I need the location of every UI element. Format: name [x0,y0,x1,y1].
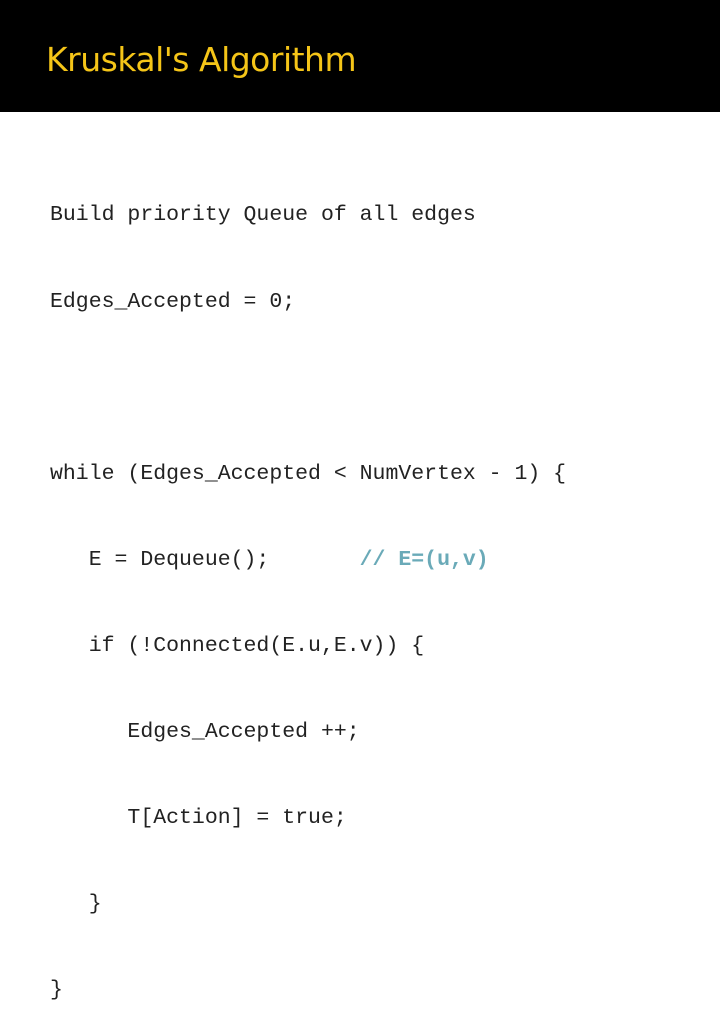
code-line: T[Action] = true; [50,804,566,833]
code-line: Edges_Accepted = 0; [50,288,566,317]
code-line: } [50,890,566,919]
code-comment: // E=(u,v) [359,547,489,572]
slide-title: Kruskal's Algorithm [46,40,357,79]
code-text: } [50,978,63,1003]
code-line: Edges_Accepted ++; [50,718,566,747]
code-text: T[Action] = true; [50,806,347,831]
code-text: Build priority Queue of all edges [50,203,476,228]
code-line: E = Dequeue(); // E=(u,v) [50,546,566,575]
code-line: if (!Connected(E.u,E.v)) { [50,632,566,661]
code-text: if (!Connected(E.u,E.v)) { [50,633,425,658]
code-line: } [50,976,566,1005]
code-text: while (Edges_Accepted < NumVertex - 1) { [50,461,567,486]
code-text: Edges_Accepted ++; [50,719,360,744]
code-line: Build priority Queue of all edges [50,201,566,230]
code-line: while (Edges_Accepted < NumVertex - 1) { [50,460,566,489]
title-bar: Kruskal's Algorithm [0,0,720,112]
code-block: Build priority Queue of all edges Edges_… [50,144,566,1034]
code-text: Edges_Accepted = 0; [50,289,296,314]
code-text: } [50,892,102,917]
code-text: E = Dequeue(); [50,547,360,572]
